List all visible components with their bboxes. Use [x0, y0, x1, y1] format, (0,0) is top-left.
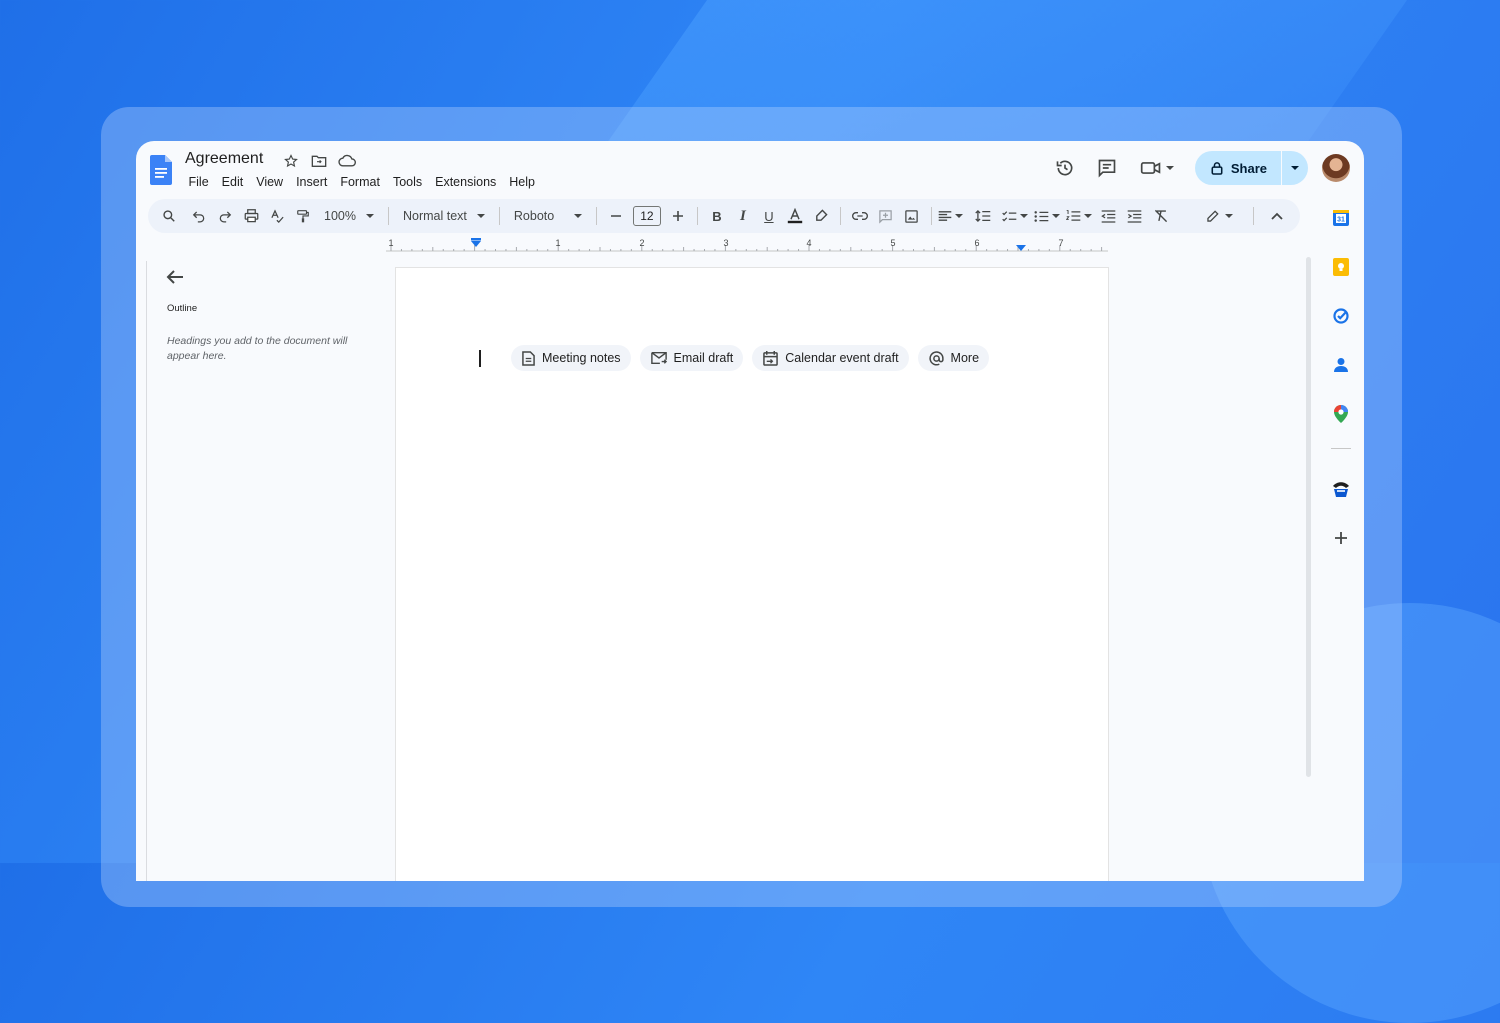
ruler-label: 3 [723, 238, 728, 248]
cloud-saved-icon[interactable] [337, 152, 357, 170]
meet-icon[interactable] [1135, 150, 1179, 186]
contacts-icon[interactable] [1326, 350, 1356, 380]
maps-icon[interactable] [1326, 399, 1356, 429]
chip-email-draft[interactable]: Email draft [639, 345, 744, 371]
style-value: Normal text [402, 209, 467, 223]
calendar-icon[interactable]: 31 [1326, 203, 1356, 233]
style-select[interactable]: Normal text [395, 209, 493, 223]
side-panel: 31 [1326, 203, 1356, 572]
chip-more[interactable]: More [917, 345, 990, 371]
left-indent-marker[interactable] [471, 241, 481, 247]
menu-help[interactable]: Help [503, 173, 542, 191]
chip-label: Calendar event draft [785, 351, 899, 365]
keep-icon[interactable] [1326, 252, 1356, 282]
checklist-icon[interactable] [1002, 203, 1028, 229]
chip-calendar-event-draft[interactable]: Calendar event draft [752, 345, 909, 371]
menu-insert[interactable]: Insert [290, 173, 334, 191]
redo-icon[interactable] [212, 203, 238, 229]
docs-logo-icon[interactable] [150, 155, 172, 185]
search-menus-icon[interactable] [156, 203, 182, 229]
increase-font-size-icon[interactable] [665, 203, 691, 229]
comments-icon[interactable] [1089, 150, 1125, 186]
paint-format-icon[interactable] [290, 203, 316, 229]
calendar-icon [763, 350, 779, 366]
chip-label: Meeting notes [542, 351, 621, 365]
editing-mode-icon[interactable] [1199, 203, 1239, 229]
decrease-indent-icon[interactable] [1096, 203, 1122, 229]
share-label: Share [1230, 160, 1267, 176]
at-sign-icon [928, 350, 944, 365]
font-size-input[interactable]: 12 [632, 206, 661, 226]
smart-chips: Meeting notes Email draft Calendar event… [511, 345, 990, 371]
docs-window: Agreement File Edit View Insert Format T… [136, 141, 1364, 881]
zoom-select[interactable]: 100% [316, 209, 382, 223]
vertical-ruler[interactable] [136, 261, 147, 881]
menu-format[interactable]: Format [334, 173, 387, 191]
undo-icon[interactable] [186, 203, 212, 229]
email-icon [650, 351, 667, 365]
increase-indent-icon[interactable] [1122, 203, 1148, 229]
toolbar: 100% Normal text Roboto 12 B I U [148, 199, 1300, 233]
bold-icon[interactable]: B [704, 203, 730, 229]
ruler-label: 6 [974, 238, 979, 248]
hide-menus-icon[interactable] [1264, 203, 1290, 229]
ruler-label: 1 [555, 238, 560, 248]
underline-icon[interactable]: U [756, 203, 782, 229]
insert-image-icon[interactable] [899, 203, 925, 229]
numbered-list-icon[interactable] [1065, 203, 1092, 229]
document-icon [522, 350, 535, 366]
align-icon[interactable] [938, 203, 964, 229]
spellcheck-icon[interactable] [264, 203, 290, 229]
document-title[interactable]: Agreement [185, 150, 263, 168]
share-button-group: Share [1194, 151, 1308, 185]
menu-view[interactable]: View [250, 173, 290, 191]
font-select[interactable]: Roboto [506, 209, 590, 223]
chip-meeting-notes[interactable]: Meeting notes [511, 345, 631, 371]
share-button[interactable]: Share [1195, 151, 1281, 185]
addon-icon[interactable] [1326, 474, 1356, 504]
share-dropdown-button[interactable] [1281, 151, 1308, 185]
link-icon[interactable] [847, 203, 873, 229]
font-value: Roboto [513, 209, 555, 223]
back-arrow-icon[interactable] [166, 269, 184, 290]
italic-icon[interactable]: I [730, 203, 756, 229]
text-color-icon[interactable] [782, 203, 808, 229]
svg-text:31: 31 [1337, 217, 1345, 224]
text-cursor [479, 350, 481, 367]
line-spacing-icon[interactable] [970, 203, 996, 229]
move-folder-icon[interactable] [309, 152, 329, 170]
menu-extensions[interactable]: Extensions [429, 173, 503, 191]
chip-label: More [950, 351, 980, 365]
print-icon[interactable] [238, 203, 264, 229]
decrease-font-size-icon[interactable] [603, 203, 629, 229]
highlight-icon[interactable] [808, 203, 834, 229]
add-icon[interactable] [1326, 523, 1356, 553]
tasks-icon[interactable] [1326, 301, 1356, 331]
ruler-label: 1 [388, 238, 393, 248]
avatar[interactable] [1322, 154, 1350, 182]
menu-bar: File Edit View Insert Format Tools Exten… [182, 173, 542, 191]
chip-label: Email draft [673, 351, 734, 365]
outline-hint: Headings you add to the document will ap… [167, 335, 348, 362]
version-history-icon[interactable] [1047, 150, 1083, 186]
add-comment-icon[interactable] [873, 203, 899, 229]
star-icon[interactable] [281, 152, 301, 170]
menu-edit[interactable]: Edit [215, 173, 250, 191]
document-page[interactable]: Meeting notes Email draft Calendar event… [395, 267, 1109, 881]
horizontal-ruler[interactable]: 1 1 2 3 4 5 6 7 [386, 237, 1108, 253]
ruler-label: 7 [1058, 238, 1063, 248]
first-line-indent-marker[interactable] [471, 238, 481, 241]
menu-file[interactable]: File [182, 173, 215, 191]
zoom-value: 100% [324, 209, 356, 223]
bulleted-list-icon[interactable] [1034, 203, 1060, 229]
clear-formatting-icon[interactable] [1148, 203, 1174, 229]
menu-tools[interactable]: Tools [386, 173, 428, 191]
outline-title: Outline [167, 303, 198, 314]
ruler-label: 4 [806, 238, 811, 248]
ruler-label: 5 [890, 238, 895, 248]
lock-icon [1211, 162, 1223, 175]
ruler-label: 2 [639, 238, 644, 248]
vertical-scrollbar[interactable] [1306, 257, 1311, 777]
